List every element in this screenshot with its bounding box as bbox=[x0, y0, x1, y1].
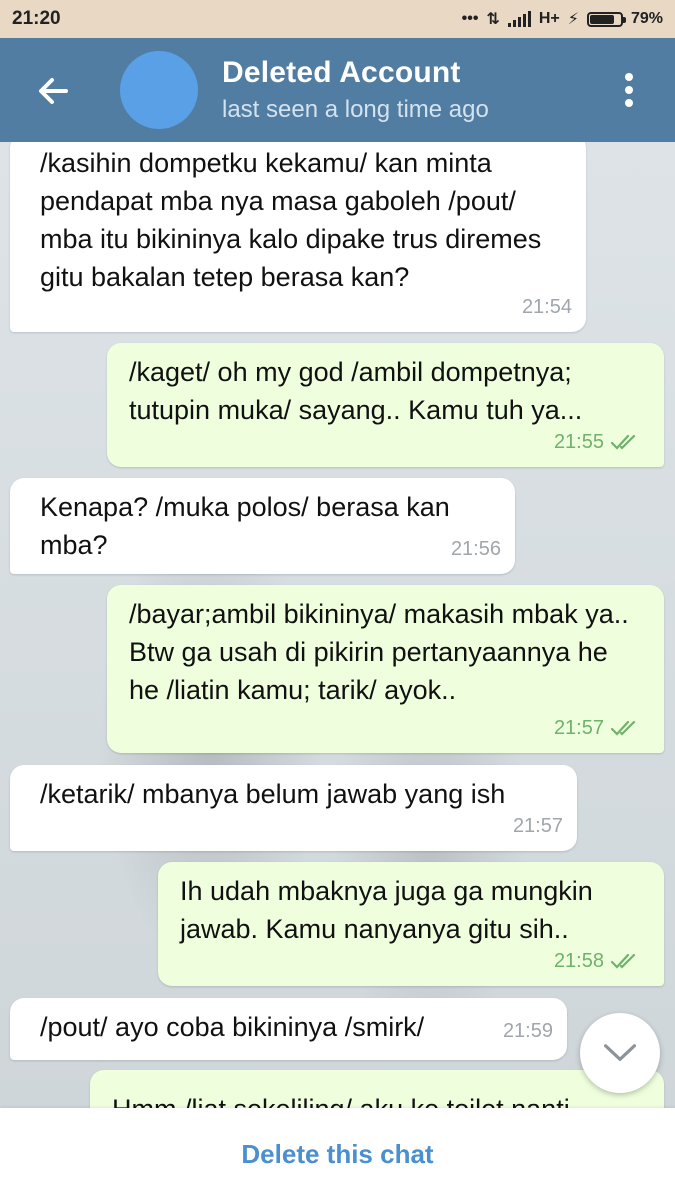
signal-icon bbox=[507, 11, 531, 27]
message-bubble-outgoing[interactable]: Ih udah mbaknya juga ga mungkin jawab. K… bbox=[158, 862, 664, 986]
battery-icon bbox=[586, 11, 626, 27]
message-text: /bayar;ambil bikininya/ makasih mbak ya.… bbox=[129, 599, 629, 705]
last-seen-status: last seen a long time ago bbox=[222, 96, 489, 123]
chat-header: Deleted Account last seen a long time ag… bbox=[0, 38, 675, 142]
data-transfer-icon: ⇅ bbox=[486, 11, 500, 28]
chat-title[interactable]: Deleted Account bbox=[222, 56, 461, 90]
message-bubble-incoming[interactable]: /ketarik/ mbanya belum jawab yang ish 21… bbox=[10, 765, 577, 851]
charging-icon: ⚡ bbox=[567, 11, 579, 28]
avatar[interactable] bbox=[120, 51, 198, 129]
message-text: Kenapa? /muka polos/ berasa kan mba? bbox=[40, 492, 450, 560]
message-text: /pout/ ayo coba bikininya /smirk/ bbox=[40, 1012, 425, 1042]
message-bubble-incoming[interactable]: /kasihin dompetku kekamu/ kan minta pend… bbox=[10, 142, 586, 332]
message-time: 21:56 bbox=[450, 538, 501, 560]
more-dots-icon: ••• bbox=[461, 10, 479, 27]
status-icons: ••• ⇅ H+ ⚡ 79% bbox=[462, 9, 663, 29]
message-bubble-outgoing[interactable]: Hmm /liat sekeliling/ aku ke toilet nant… bbox=[90, 1070, 664, 1108]
message-text: /kaget/ oh my god /ambil dompetnya; tutu… bbox=[129, 357, 583, 425]
bottom-action-bar: Delete this chat bbox=[0, 1108, 675, 1200]
network-type: H+ bbox=[538, 10, 560, 27]
more-options-icon[interactable] bbox=[612, 70, 646, 110]
message-time: 21:54 bbox=[521, 296, 572, 318]
status-bar: 21:20 ••• ⇅ H+ ⚡ 79% bbox=[0, 0, 675, 38]
message-text: Hmm /liat sekeliling/ aku ke toilet nant… bbox=[112, 1080, 644, 1108]
status-time: 21:20 bbox=[12, 8, 61, 29]
message-bubble-incoming[interactable]: Kenapa? /muka polos/ berasa kan mba? 21:… bbox=[10, 478, 515, 574]
message-list[interactable]: /kasihin dompetku kekamu/ kan minta pend… bbox=[0, 142, 675, 1108]
message-time: 21:55 bbox=[553, 431, 604, 453]
chevron-down-icon bbox=[604, 1044, 636, 1061]
back-arrow-icon[interactable] bbox=[30, 68, 76, 114]
double-check-icon bbox=[610, 720, 636, 736]
message-time: 21:59 bbox=[502, 1020, 553, 1042]
message-bubble-incoming[interactable]: /pout/ ayo coba bikininya /smirk/ 21:59 bbox=[10, 998, 567, 1060]
double-check-icon bbox=[610, 434, 636, 450]
message-text: /ketarik/ mbanya belum jawab yang ish bbox=[40, 779, 506, 809]
message-time: 21:57 bbox=[512, 815, 563, 837]
message-text: /kasihin dompetku kekamu/ kan minta pend… bbox=[40, 148, 542, 292]
double-check-icon bbox=[610, 953, 636, 969]
message-time: 21:58 bbox=[553, 950, 604, 972]
message-bubble-outgoing[interactable]: /bayar;ambil bikininya/ makasih mbak ya.… bbox=[107, 585, 664, 753]
message-time: 21:57 bbox=[553, 717, 604, 739]
battery-percent: 79% bbox=[630, 10, 663, 27]
message-text: Ih udah mbaknya juga ga mungkin jawab. K… bbox=[180, 876, 593, 944]
message-bubble-outgoing[interactable]: /kaget/ oh my god /ambil dompetnya; tutu… bbox=[107, 343, 664, 467]
delete-chat-button[interactable]: Delete this chat bbox=[241, 1139, 433, 1170]
scroll-down-button[interactable] bbox=[580, 1013, 660, 1093]
battery-fill bbox=[589, 14, 614, 24]
